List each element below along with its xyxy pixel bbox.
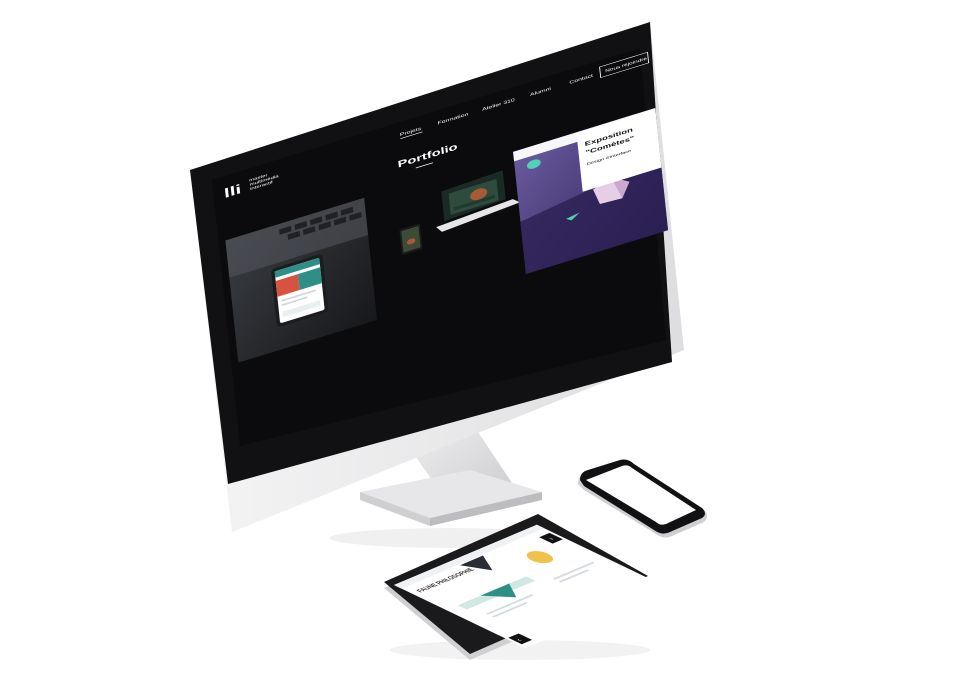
mockup-svg: lli master multimédia interactif Projets… <box>190 22 707 660</box>
devices-mockup-scene: lli master multimédia interactif Projets… <box>0 0 960 680</box>
iphone-device <box>578 459 707 538</box>
